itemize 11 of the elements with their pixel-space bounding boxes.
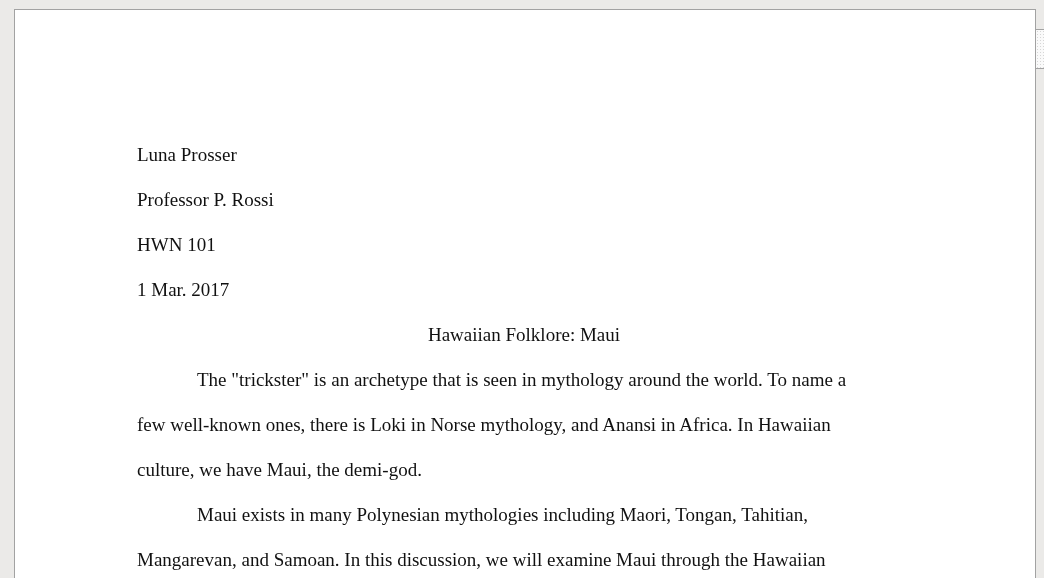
paragraph-line: few well-known ones, there is Loki in Norse mythology, and Anansi in Africa. In Hawaiian <box>137 413 831 437</box>
paragraph-line: culture, we have Maui, the demi-god. <box>137 458 422 482</box>
side-tab[interactable] <box>1036 29 1044 69</box>
document-title: Hawaiian Folklore: Maui <box>426 323 622 347</box>
paragraph-line: The "trickster" is an archetype that is seen in mythology around the world. To name a <box>196 368 847 392</box>
paragraph-line: Maui exists in many Polynesian mythologies including Maori, Tongan, Tahitian, <box>196 503 808 527</box>
heading-line: 1 Mar. 2017 <box>137 278 230 302</box>
heading-line: Luna Prosser <box>137 143 237 167</box>
heading-line: HWN 101 <box>137 233 216 257</box>
paragraph-line: Mangarevan, and Samoan. In this discussion, we will examine Maui through the Hawaiian <box>137 548 826 572</box>
heading-line: Professor P. Rossi <box>137 188 274 212</box>
